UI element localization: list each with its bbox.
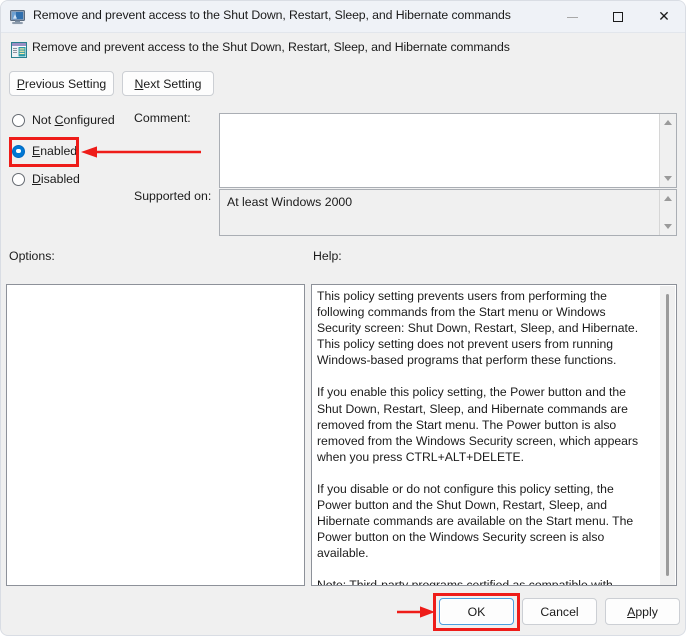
supported-on-label: Supported on: bbox=[134, 189, 211, 203]
radio-not-configured-indicator[interactable] bbox=[12, 114, 25, 127]
policy-setting-dialog: Remove and prevent access to the Shut Do… bbox=[0, 0, 686, 636]
help-scrollbar[interactable] bbox=[660, 286, 675, 586]
maximize-button[interactable] bbox=[595, 1, 641, 33]
radio-not-configured[interactable]: Not Configured bbox=[12, 111, 115, 129]
supported-on-scroll-down-button[interactable] bbox=[660, 218, 676, 235]
minimize-button[interactable] bbox=[549, 1, 595, 33]
supported-on-value: At least Windows 2000 bbox=[227, 195, 352, 209]
supported-on-scroll-up-button[interactable] bbox=[660, 190, 676, 207]
radio-disabled[interactable]: Disabled bbox=[12, 170, 80, 188]
ok-button[interactable]: OK bbox=[439, 598, 514, 625]
apply-button-label-rest: pply bbox=[635, 605, 658, 619]
help-panel: This policy setting prevents users from … bbox=[311, 284, 677, 586]
title-bar: Remove and prevent access to the Shut Do… bbox=[1, 1, 686, 33]
comment-scroll-down-button[interactable] bbox=[660, 170, 676, 187]
annotation-arrow-enabled bbox=[79, 143, 203, 161]
annotation-arrow-ok bbox=[397, 603, 437, 621]
supported-on-field: At least Windows 2000 bbox=[219, 189, 677, 236]
next-setting-button[interactable]: Next Setting bbox=[122, 71, 214, 96]
help-scrollbar-thumb[interactable] bbox=[666, 294, 669, 576]
help-label: Help: bbox=[313, 249, 342, 263]
ok-button-label: OK bbox=[468, 605, 486, 619]
comment-scrollbar[interactable] bbox=[659, 114, 676, 187]
close-button[interactable]: ✕ bbox=[641, 1, 686, 33]
help-text: This policy setting prevents users from … bbox=[317, 288, 647, 586]
window-title: Remove and prevent access to the Shut Do… bbox=[33, 8, 511, 22]
help-paragraph: If you disable or do not configure this … bbox=[317, 481, 647, 561]
apply-button[interactable]: Apply bbox=[605, 598, 680, 625]
help-paragraph: If you enable this policy setting, the P… bbox=[317, 384, 647, 464]
cancel-button[interactable]: Cancel bbox=[522, 598, 597, 625]
comment-scroll-up-button[interactable] bbox=[660, 114, 676, 131]
comment-label: Comment: bbox=[134, 111, 191, 125]
help-paragraph: This policy setting prevents users from … bbox=[317, 288, 647, 368]
maximize-icon bbox=[613, 12, 623, 22]
triangle-down-icon bbox=[664, 176, 672, 181]
options-label: Options: bbox=[9, 249, 55, 263]
computer-monitor-icon bbox=[10, 9, 27, 25]
radio-disabled-indicator[interactable] bbox=[12, 173, 25, 186]
next-setting-label-rest: ext Setting bbox=[143, 77, 201, 91]
radio-enabled-indicator[interactable] bbox=[12, 145, 25, 158]
supported-on-scrollbar[interactable] bbox=[659, 190, 676, 235]
comment-input[interactable] bbox=[219, 113, 677, 188]
minimize-icon bbox=[567, 17, 578, 18]
policy-header: Remove and prevent access to the Shut Do… bbox=[1, 34, 686, 67]
radio-enabled-label: Enabled bbox=[32, 144, 77, 158]
radio-not-configured-label: Not Configured bbox=[32, 113, 115, 127]
policy-name: Remove and prevent access to the Shut Do… bbox=[32, 40, 510, 54]
triangle-down-icon bbox=[664, 224, 672, 229]
close-icon: ✕ bbox=[658, 10, 670, 24]
previous-setting-accel: P bbox=[17, 77, 25, 91]
options-panel[interactable] bbox=[6, 284, 305, 586]
previous-setting-button[interactable]: Previous Setting bbox=[9, 71, 114, 96]
cancel-button-label: Cancel bbox=[540, 605, 578, 619]
help-paragraph: Note: Third-party programs certified as … bbox=[317, 577, 647, 586]
radio-disabled-label: Disabled bbox=[32, 172, 80, 186]
triangle-up-icon bbox=[664, 120, 672, 125]
radio-enabled[interactable]: Enabled bbox=[12, 142, 77, 160]
group-policy-setting-icon bbox=[11, 42, 27, 58]
previous-setting-label-rest: revious Setting bbox=[25, 77, 106, 91]
triangle-up-icon bbox=[664, 196, 672, 201]
